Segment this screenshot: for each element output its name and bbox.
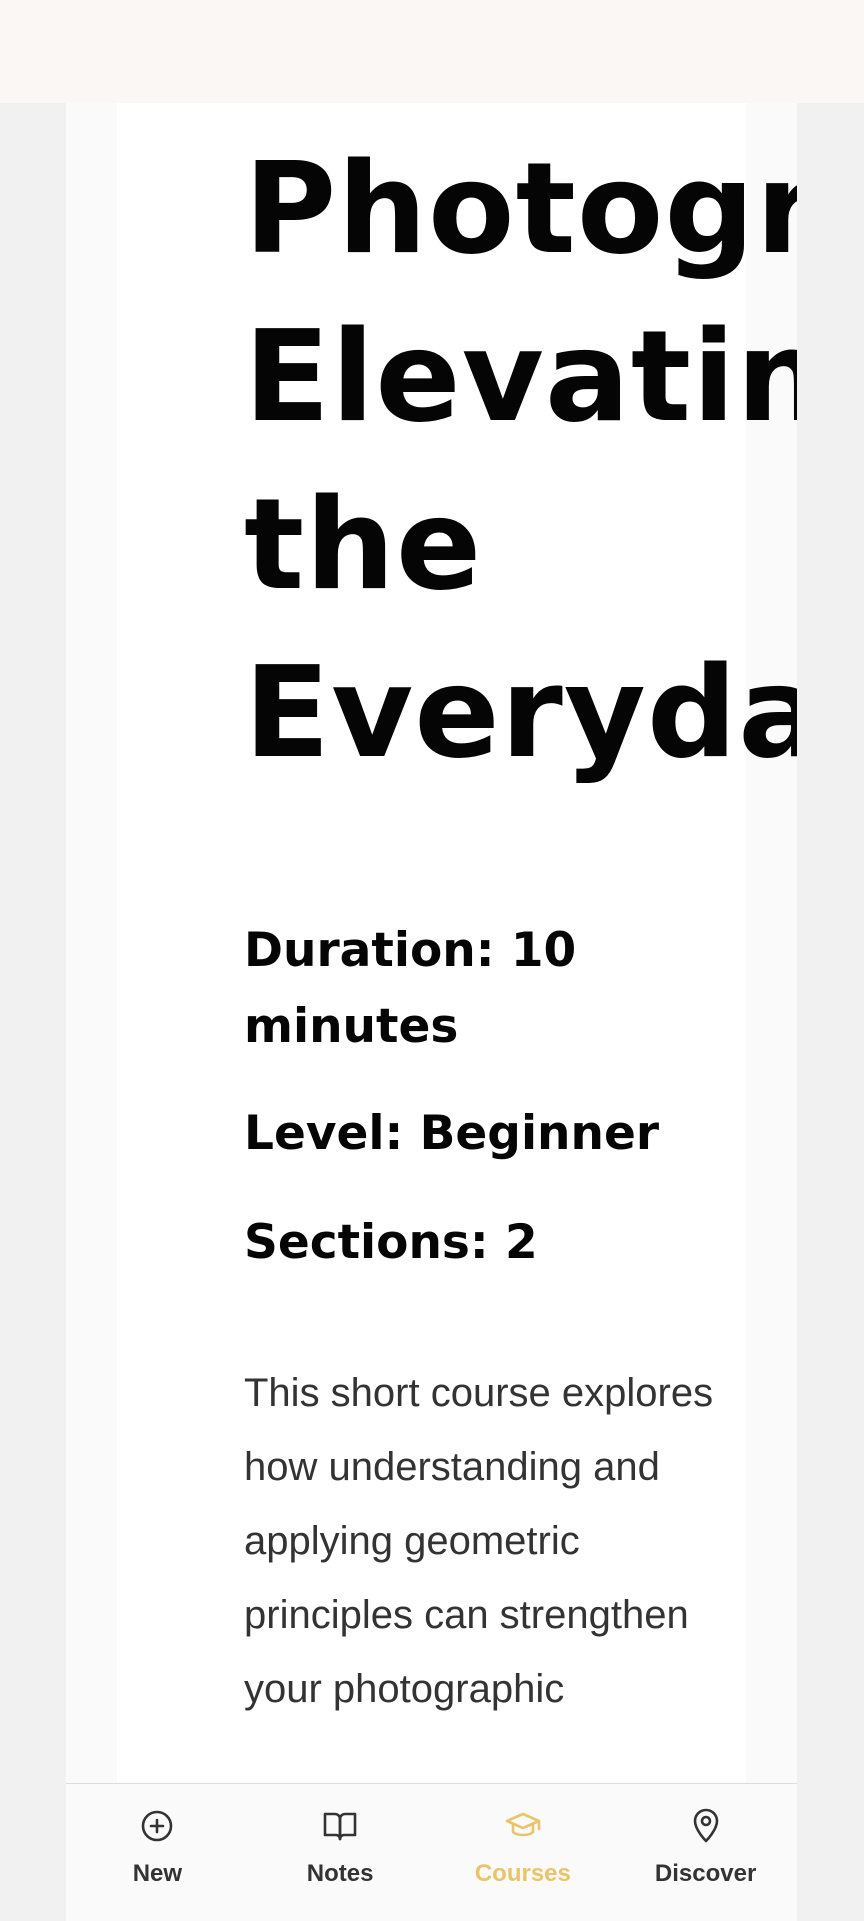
plus-circle-icon xyxy=(137,1806,177,1846)
course-description: This short course explores how understan… xyxy=(244,1371,714,1711)
course-card: Photography: Elevating the Everyday Dura… xyxy=(117,103,797,1783)
course-sections: Sections: 2 xyxy=(244,1215,538,1270)
course-title: Photography: Elevating the Everyday xyxy=(244,135,797,786)
nav-item-discover[interactable]: Discover xyxy=(614,1784,797,1921)
nav-item-new[interactable]: New xyxy=(66,1784,249,1921)
nav-item-notes[interactable]: Notes xyxy=(249,1784,432,1921)
nav-label-courses: Courses xyxy=(474,1860,571,1887)
nav-label-notes: Notes xyxy=(306,1860,374,1887)
graduation-cap-icon xyxy=(503,1806,543,1846)
nav-label-discover: Discover xyxy=(654,1860,757,1887)
nav-item-courses[interactable]: Courses xyxy=(432,1784,615,1921)
open-book-icon xyxy=(320,1806,360,1846)
bottom-navigation: New Notes Courses Discover xyxy=(66,1783,797,1921)
status-bar xyxy=(0,0,864,103)
course-level: Level: Beginner xyxy=(244,1106,660,1161)
nav-label-new: New xyxy=(132,1860,183,1887)
app-frame: Photography: Elevating the Everyday Dura… xyxy=(66,103,797,1920)
course-duration: Duration: 10 minutes xyxy=(244,923,577,1054)
map-pin-icon xyxy=(686,1806,726,1846)
